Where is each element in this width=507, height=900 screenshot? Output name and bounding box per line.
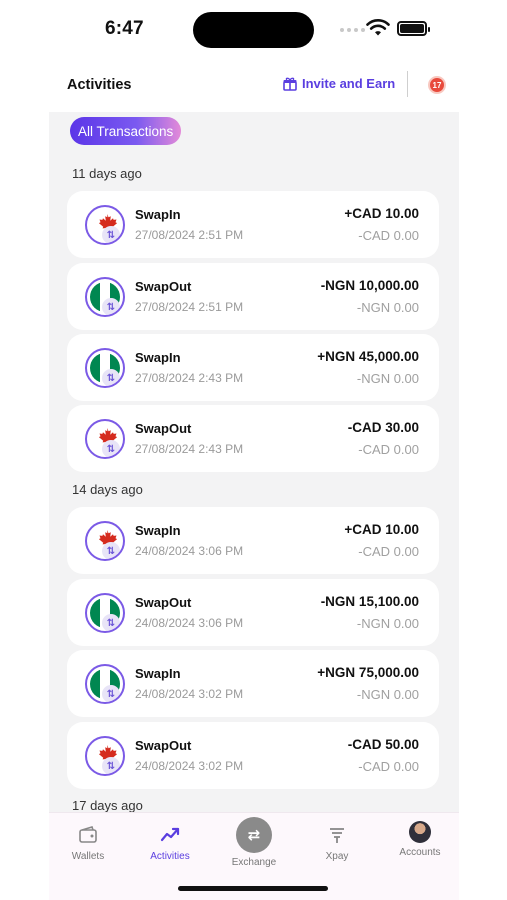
group-label: 11 days ago	[72, 166, 142, 181]
invite-label: Invite and Earn	[302, 76, 396, 91]
activity-icon	[160, 827, 180, 842]
nav-wallets-label: Wallets	[71, 851, 105, 862]
swap-icon: ⇅	[102, 685, 120, 702]
transaction-amount: -CAD 30.00	[347, 420, 419, 435]
activities-list[interactable]: All Transactions 11 days ago 14 days ago…	[49, 112, 459, 812]
transaction-date: 27/08/2024 2:51 PM	[135, 300, 244, 314]
transaction-amount: +CAD 10.00	[344, 522, 419, 537]
swap-icon: ⇅	[102, 440, 120, 457]
group-label: 17 days ago	[72, 798, 143, 812]
nav-exchange[interactable]: ⇄ Exchange	[219, 817, 289, 868]
nigeria-flag-icon: ⇅	[85, 593, 125, 633]
xpay-icon	[330, 828, 344, 843]
nav-xpay[interactable]: Xpay	[302, 825, 372, 862]
transaction-type: SwapOut	[135, 595, 192, 610]
filter-all-transactions[interactable]: All Transactions	[70, 117, 182, 145]
transaction-amount: +CAD 10.00	[344, 206, 419, 221]
transaction-fee: -NGN 0.00	[356, 687, 419, 702]
nigeria-flag-icon: ⇅	[85, 348, 125, 388]
gift-icon	[283, 77, 297, 91]
swap-icon: ⇅	[102, 542, 120, 559]
transaction-type: SwapOut	[135, 279, 192, 294]
swap-icon: ⇅	[102, 298, 120, 315]
transaction-fee: -NGN 0.00	[356, 371, 419, 386]
canada-flag-icon: ⇅	[85, 521, 125, 561]
transaction-type: SwapOut	[135, 421, 192, 436]
transaction-type: SwapIn	[135, 523, 181, 538]
canada-flag-icon: ⇅	[85, 419, 125, 459]
swap-icon: ⇅	[102, 226, 120, 243]
swap-icon: ⇅	[102, 614, 120, 631]
transaction-card[interactable]: ⇅ SwapOut 24/08/2024 3:02 PM -CAD 50.00 -CAD…	[67, 722, 439, 789]
transaction-date: 24/08/2024 3:02 PM	[135, 759, 244, 773]
transaction-card[interactable]: ⇅ SwapIn 24/08/2024 3:06 PM +CAD 10.00 -CAD …	[67, 507, 439, 574]
transaction-type: SwapIn	[135, 666, 181, 681]
transaction-card[interactable]: ⇅ SwapOut 27/08/2024 2:51 PM -NGN 10,000.00…	[67, 263, 439, 330]
transaction-date: 27/08/2024 2:43 PM	[135, 371, 244, 385]
header: Activities Invite and Earn 17	[0, 62, 507, 110]
transaction-fee: -CAD 0.00	[358, 544, 419, 559]
transaction-card[interactable]: ⇅ SwapIn 27/08/2024 2:51 PM +CAD 10.00 -CAD …	[67, 191, 439, 258]
canada-flag-icon: ⇅	[85, 736, 125, 776]
wifi-icon	[366, 19, 390, 36]
transaction-date: 24/08/2024 3:06 PM	[135, 544, 244, 558]
transaction-card[interactable]: ⇅ SwapOut 24/08/2024 3:06 PM -NGN 15,100.00…	[67, 579, 439, 646]
status-time: 6:47	[105, 18, 144, 39]
transaction-date: 24/08/2024 3:06 PM	[135, 616, 244, 630]
nav-xpay-label: Xpay	[325, 851, 349, 862]
group-label: 14 days ago	[72, 482, 143, 497]
status-bar: 6:47	[0, 0, 507, 60]
transaction-fee: -CAD 0.00	[358, 228, 419, 243]
transaction-date: 27/08/2024 2:43 PM	[135, 442, 244, 456]
canada-flag-icon: ⇅	[85, 205, 125, 245]
transaction-amount: +NGN 75,000.00	[317, 665, 419, 680]
transaction-amount: -NGN 15,100.00	[320, 594, 419, 609]
invite-and-earn-button[interactable]: Invite and Earn	[283, 76, 395, 91]
page-title: Activities	[67, 77, 132, 93]
nav-accounts[interactable]: Accounts	[385, 821, 455, 858]
wallet-icon	[79, 826, 97, 843]
notification-badge[interactable]: 17	[428, 76, 446, 94]
dynamic-island	[193, 12, 314, 48]
home-indicator	[178, 886, 328, 891]
transaction-fee: -CAD 0.00	[358, 442, 419, 457]
cellular-signal-icon	[340, 28, 365, 32]
transaction-amount: +NGN 45,000.00	[317, 349, 419, 364]
nigeria-flag-icon: ⇅	[85, 277, 125, 317]
nigeria-flag-icon: ⇅	[85, 664, 125, 704]
transaction-card[interactable]: ⇅ SwapIn 24/08/2024 3:02 PM +NGN 75,000.00 -…	[67, 650, 439, 717]
transaction-fee: -CAD 0.00	[358, 759, 419, 774]
nav-exchange-label: Exchange	[231, 857, 277, 868]
transaction-amount: -NGN 10,000.00	[320, 278, 419, 293]
nav-activities[interactable]: Activities	[135, 825, 205, 862]
transaction-type: SwapIn	[135, 207, 181, 222]
header-divider	[407, 71, 408, 97]
transaction-amount: -CAD 50.00	[347, 737, 419, 752]
exchange-icon: ⇄	[236, 817, 272, 853]
transaction-card[interactable]: ⇅ SwapIn 27/08/2024 2:43 PM +NGN 45,000.00 -…	[67, 334, 439, 401]
nav-wallets[interactable]: Wallets	[53, 825, 123, 862]
transaction-date: 27/08/2024 2:51 PM	[135, 228, 244, 242]
nav-activities-label: Activities	[150, 851, 190, 862]
swap-icon: ⇅	[102, 757, 120, 774]
avatar	[409, 821, 431, 843]
transaction-card[interactable]: ⇅ SwapOut 27/08/2024 2:43 PM -CAD 30.00 -CAD…	[67, 405, 439, 472]
swap-icon: ⇅	[102, 369, 120, 386]
transaction-date: 24/08/2024 3:02 PM	[135, 687, 244, 701]
transaction-type: SwapOut	[135, 738, 192, 753]
transaction-type: SwapIn	[135, 350, 181, 365]
battery-icon	[397, 21, 430, 36]
transaction-fee: -NGN 0.00	[356, 616, 419, 631]
nav-accounts-label: Accounts	[399, 847, 441, 858]
transaction-fee: -NGN 0.00	[356, 300, 419, 315]
